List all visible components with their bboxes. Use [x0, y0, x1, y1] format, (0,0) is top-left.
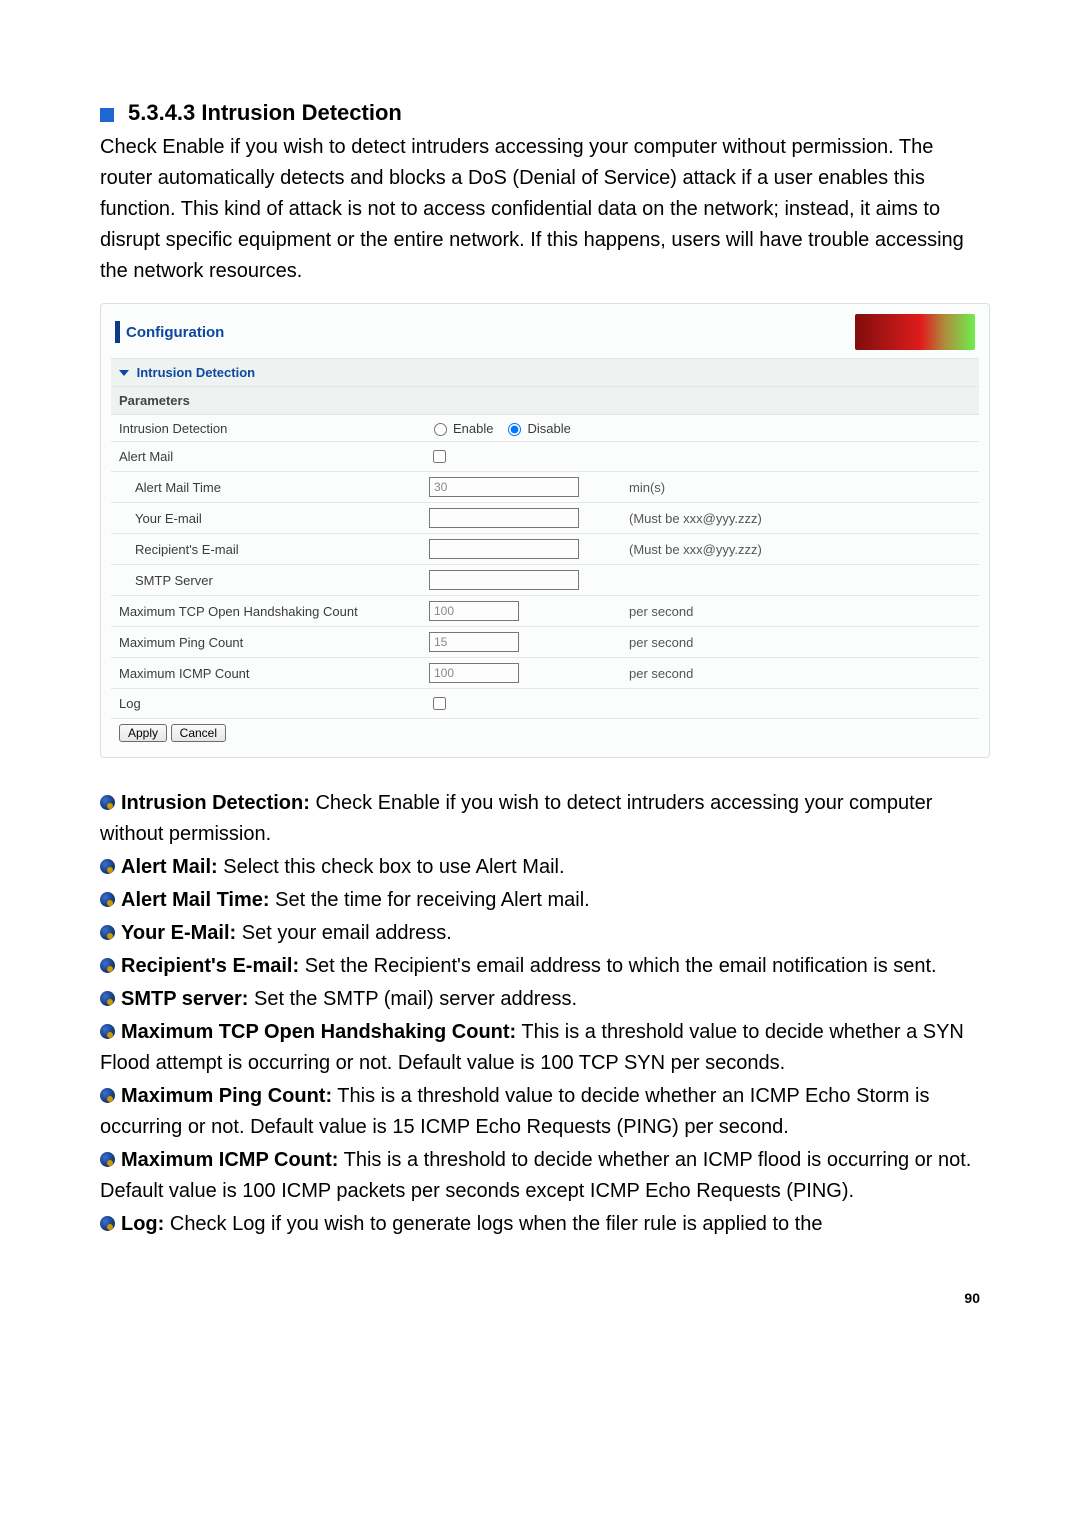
bullet-term: Maximum TCP Open Handshaking Count:: [121, 1021, 516, 1043]
row-recipient-email: Recipient's E-mail (Must be xxx@yyy.zzz): [111, 534, 979, 565]
intro-paragraph: Check Enable if you wish to detect intru…: [100, 132, 990, 287]
row-max-ping: Maximum Ping Count per second: [111, 627, 979, 658]
radio-disable[interactable]: Disable: [503, 420, 570, 436]
row-alert-mail-time: Alert Mail Time min(s): [111, 472, 979, 503]
radio-disable-label: Disable: [527, 421, 570, 436]
bullet-term: Alert Mail:: [121, 856, 218, 878]
bullet-term: SMTP server:: [121, 988, 248, 1010]
bullet-item: Intrusion Detection: Check Enable if you…: [100, 788, 990, 850]
config-title: Configuration: [126, 324, 224, 341]
bullet-item: Recipient's E-mail: Set the Recipient's …: [100, 951, 990, 982]
sphere-bullet-icon: [100, 1152, 115, 1167]
sphere-bullet-icon: [100, 1216, 115, 1231]
bullet-term: Alert Mail Time:: [121, 889, 270, 911]
unit-alert-mail-time: min(s): [621, 472, 979, 503]
bullet-term: Log:: [121, 1213, 164, 1235]
hint-your-email: (Must be xxx@yyy.zzz): [621, 503, 979, 534]
bullet-item: Maximum ICMP Count: This is a threshold …: [100, 1145, 990, 1207]
page-number: 90: [100, 1290, 990, 1306]
bullet-item: Your E-Mail: Set your email address.: [100, 918, 990, 949]
row-smtp-server: SMTP Server: [111, 565, 979, 596]
sphere-bullet-icon: [100, 892, 115, 907]
bullet-description: Select this check box to use Alert Mail.: [218, 856, 565, 878]
hint-recipient-email: (Must be xxx@yyy.zzz): [621, 534, 979, 565]
input-max-icmp[interactable]: [429, 663, 519, 683]
label-max-tcp: Maximum TCP Open Handshaking Count: [111, 596, 421, 627]
brand-logo-icon: [855, 314, 975, 350]
bullet-description: Set the time for receiving Alert mail.: [270, 889, 590, 911]
input-recipient-email[interactable]: [429, 539, 579, 559]
row-intrusion-detection: Intrusion Detection Enable Disable: [111, 415, 979, 442]
radio-disable-input[interactable]: [508, 423, 521, 436]
row-max-icmp: Maximum ICMP Count per second: [111, 658, 979, 689]
radio-enable-label: Enable: [453, 421, 493, 436]
input-alert-mail-time[interactable]: [429, 477, 579, 497]
bullet-item: Alert Mail Time: Set the time for receiv…: [100, 885, 990, 916]
input-max-tcp[interactable]: [429, 601, 519, 621]
label-log: Log: [111, 689, 421, 719]
bullet-term: Maximum Ping Count:: [121, 1085, 332, 1107]
label-alert-mail-time: Alert Mail Time: [111, 472, 421, 503]
bullet-term: Recipient's E-mail:: [121, 955, 299, 977]
label-alert-mail: Alert Mail: [111, 442, 421, 472]
unit-max-ping: per second: [621, 627, 979, 658]
bullet-description: Set your email address.: [236, 922, 452, 944]
radio-enable[interactable]: Enable: [429, 420, 493, 436]
input-smtp-server[interactable]: [429, 570, 579, 590]
configuration-panel: Configuration Intrusion Detection Parame…: [100, 303, 990, 758]
label-max-ping: Maximum Ping Count: [111, 627, 421, 658]
config-accent-bar-icon: [115, 321, 120, 343]
blue-square-icon: [100, 108, 114, 122]
chevron-down-icon: [119, 370, 129, 376]
row-your-email: Your E-mail (Must be xxx@yyy.zzz): [111, 503, 979, 534]
sphere-bullet-icon: [100, 1024, 115, 1039]
sphere-bullet-icon: [100, 991, 115, 1006]
sphere-bullet-icon: [100, 958, 115, 973]
unit-max-icmp: per second: [621, 658, 979, 689]
bullet-item: Maximum TCP Open Handshaking Count: This…: [100, 1017, 990, 1079]
sphere-bullet-icon: [100, 925, 115, 940]
input-max-ping[interactable]: [429, 632, 519, 652]
description-bullet-list: Intrusion Detection: Check Enable if you…: [100, 788, 990, 1240]
unit-max-tcp: per second: [621, 596, 979, 627]
parameters-header: Parameters: [111, 387, 979, 415]
bullet-term: Maximum ICMP Count:: [121, 1149, 338, 1171]
apply-button[interactable]: Apply: [119, 724, 167, 742]
label-your-email: Your E-mail: [111, 503, 421, 534]
sphere-bullet-icon: [100, 859, 115, 874]
bullet-description: Check Log if you wish to generate logs w…: [164, 1213, 822, 1235]
label-intrusion-detection: Intrusion Detection: [111, 415, 421, 442]
label-recipient-email: Recipient's E-mail: [111, 534, 421, 565]
bullet-term: Your E-Mail:: [121, 922, 236, 944]
input-your-email[interactable]: [429, 508, 579, 528]
row-max-tcp: Maximum TCP Open Handshaking Count per s…: [111, 596, 979, 627]
section-link-label: Intrusion Detection: [137, 365, 255, 380]
radio-enable-input[interactable]: [434, 423, 447, 436]
intrusion-detection-section-link[interactable]: Intrusion Detection: [111, 359, 979, 387]
label-smtp-server: SMTP Server: [111, 565, 421, 596]
cancel-button[interactable]: Cancel: [171, 724, 226, 742]
checkbox-alert-mail[interactable]: [433, 450, 446, 463]
row-alert-mail: Alert Mail: [111, 442, 979, 472]
bullet-description: Set the Recipient's email address to whi…: [299, 955, 936, 977]
row-log: Log: [111, 689, 979, 719]
bullet-term: Intrusion Detection:: [121, 792, 310, 814]
sphere-bullet-icon: [100, 1088, 115, 1103]
section-heading: 5.3.4.3 Intrusion Detection: [128, 100, 402, 126]
sphere-bullet-icon: [100, 795, 115, 810]
bullet-description: Set the SMTP (mail) server address.: [248, 988, 577, 1010]
label-max-icmp: Maximum ICMP Count: [111, 658, 421, 689]
parameters-table: Intrusion Detection Parameters Intrusion…: [111, 358, 979, 747]
bullet-item: Alert Mail: Select this check box to use…: [100, 852, 990, 883]
checkbox-log[interactable]: [433, 697, 446, 710]
bullet-item: Maximum Ping Count: This is a threshold …: [100, 1081, 990, 1143]
bullet-item: Log: Check Log if you wish to generate l…: [100, 1209, 990, 1240]
bullet-item: SMTP server: Set the SMTP (mail) server …: [100, 984, 990, 1015]
